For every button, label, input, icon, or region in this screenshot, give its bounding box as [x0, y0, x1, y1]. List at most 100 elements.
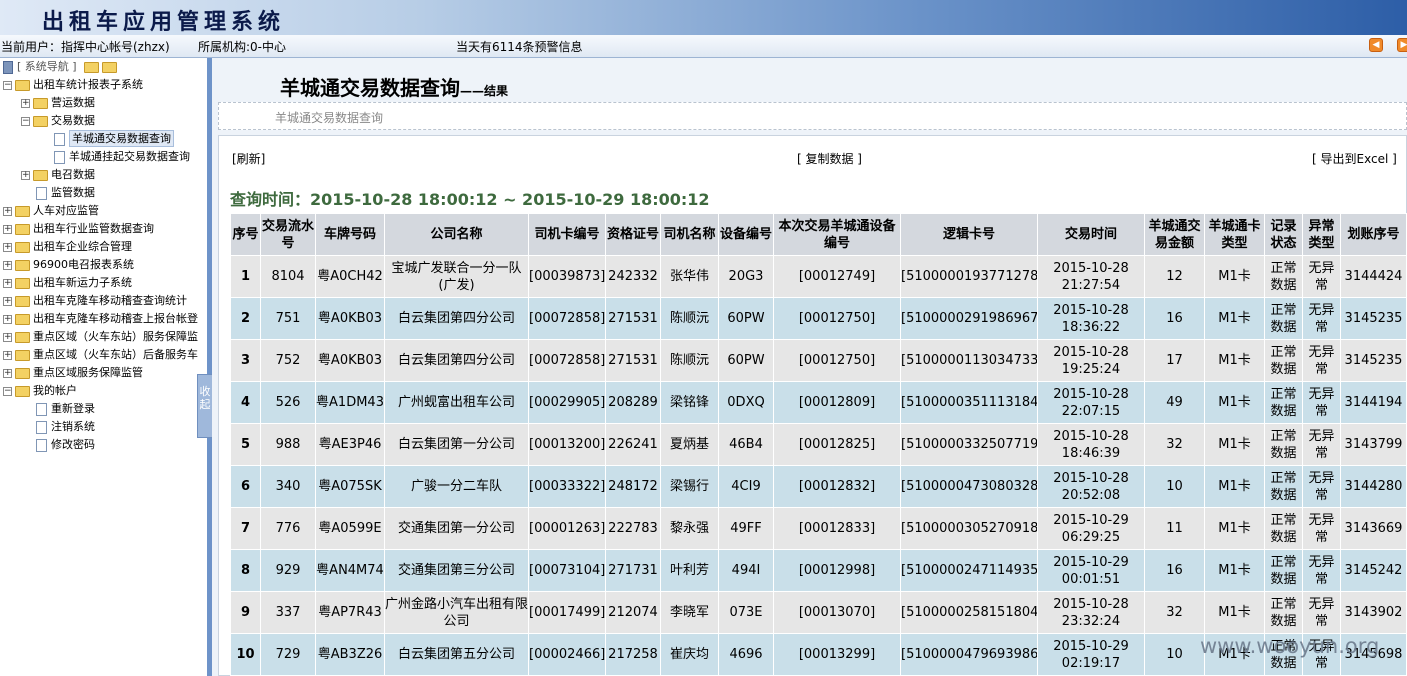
sidebar-item-transaction[interactable]: − 交易数据 — [21, 112, 95, 130]
table-cell: 无异常 — [1302, 255, 1341, 298]
sidebar-item-clone-report[interactable]: + 出租车克隆车移动稽查上报台帐登 — [3, 310, 198, 328]
sidebar-item-account[interactable]: − 我的帐户 — [3, 382, 77, 400]
table-cell: 正常数据 — [1264, 591, 1303, 634]
table-row[interactable]: 4 526 粤A1DM43 广州蚬富出租车公司 [00029905] 208289 梁铭锋 0… — [230, 381, 1407, 424]
table-cell: 20G3 — [718, 255, 774, 298]
column-header: 记录状态 — [1264, 213, 1303, 256]
table-row[interactable]: 1 8104 粤A0CH42 宝城广发联合一分一队(广发) [00039873] 2423… — [230, 255, 1407, 298]
expand-icon[interactable]: + — [3, 350, 12, 360]
table-cell: 无异常 — [1302, 507, 1341, 550]
table-cell: 32 — [1144, 423, 1205, 466]
folder-icon — [33, 97, 48, 109]
folder-icon — [15, 223, 30, 235]
table-cell: 3144280 — [1340, 465, 1407, 508]
collapse-icon[interactable]: − — [3, 386, 12, 396]
table-cell: M1卡 — [1204, 381, 1265, 424]
sidebar-item-change-password[interactable]: 修改密码 — [36, 436, 95, 454]
column-header: 羊城通卡类型 — [1204, 213, 1265, 256]
sidebar-item-capacity[interactable]: + 出租车新运力子系统 — [3, 274, 132, 292]
sidebar-item-logout[interactable]: 注销系统 — [36, 418, 95, 436]
table-cell: 46B4 — [718, 423, 774, 466]
table-cell: [00013200] — [528, 423, 606, 466]
table-cell: 271731 — [605, 549, 661, 592]
expand-icon[interactable]: + — [3, 260, 12, 270]
table-row[interactable]: 9 337 粤AP7R43 广州金路小汽车出租有限公司 [00017499] 212074… — [230, 591, 1407, 634]
expand-icon[interactable]: + — [3, 242, 12, 252]
table-cell: 3145235 — [1340, 297, 1407, 340]
current-user: 当前用户：指挥中心帐号(zhzx) — [1, 40, 170, 54]
folder-icon[interactable] — [102, 61, 118, 73]
folder-icon[interactable] — [84, 61, 100, 73]
table-cell: 988 — [260, 423, 316, 466]
table-cell: 正常数据 — [1264, 549, 1303, 592]
sidebar-item-station-backup[interactable]: + 重点区域（火车东站）后备服务车 — [3, 346, 198, 364]
table-cell: 340 — [260, 465, 316, 508]
table-cell: 2015-10-28 21:27:54 — [1037, 255, 1145, 298]
table-cell: 2015-10-28 19:25:24 — [1037, 339, 1145, 382]
table-cell: 正常数据 — [1264, 465, 1303, 508]
collapse-icon[interactable]: − — [21, 116, 30, 126]
breadcrumb: 羊城通交易数据查询 — [218, 102, 1407, 130]
sidebar-nav: [ 系统导航 ] − 出租车统计报表子系统 + 营运数据 − 交易数据 羊城通交易数据… — [0, 58, 207, 676]
sidebar-item-enterprise[interactable]: + 出租车企业综合管理 — [3, 238, 132, 256]
expand-icon[interactable]: + — [3, 206, 12, 216]
sidebar-item-key-area[interactable]: + 重点区域服务保障监管 — [3, 364, 143, 382]
expand-icon[interactable]: + — [3, 224, 12, 234]
table-cell: 白云集团第五分公司 — [384, 633, 529, 676]
table-cell: 2015-10-29 00:01:51 — [1037, 549, 1145, 592]
table-cell: 10 — [230, 633, 261, 676]
collapse-sidebar-button[interactable]: 收起 — [197, 374, 213, 438]
table-cell: 776 — [260, 507, 316, 550]
table-row[interactable]: 2 751 粤A0KB03 白云集团第四分公司 [00072858] 271531 陈顺沅 6… — [230, 297, 1407, 340]
table-cell: 正常数据 — [1264, 381, 1303, 424]
sidebar-item-operation[interactable]: + 营运数据 — [21, 94, 95, 112]
table-row[interactable]: 5 988 粤AE3P46 白云集团第一分公司 [00013200] 226241 夏炳基 4… — [230, 423, 1407, 466]
expand-icon[interactable]: + — [21, 98, 30, 108]
table-cell: [00012750] — [773, 339, 901, 382]
table-row[interactable]: 8 929 粤AN4M74 交通集团第三分公司 [00073104] 271731 叶利芳 4… — [230, 549, 1407, 592]
table-cell: 3 — [230, 339, 261, 382]
table-row[interactable]: 7 776 粤A0599E 交通集团第一分公司 [00001263] 222783 黎永强 4… — [230, 507, 1407, 550]
expand-icon[interactable]: + — [3, 314, 12, 324]
export-excel-button[interactable]: [ 导出到Excel ] — [1312, 150, 1397, 167]
column-header: 司机名称 — [660, 213, 719, 256]
warning-count[interactable]: 当天有6114条预警信息 — [456, 38, 583, 55]
sidebar-item-supervision[interactable]: 监管数据 — [36, 184, 95, 202]
refresh-button[interactable]: [刷新] — [232, 150, 265, 167]
nav-header: [ 系统导航 ] — [3, 58, 120, 76]
column-header: 设备编号 — [718, 213, 774, 256]
table-cell: 粤A0KB03 — [315, 297, 385, 340]
document-icon — [36, 420, 47, 434]
sidebar-item-station-service[interactable]: + 重点区域（火车东站）服务保障监 — [3, 328, 198, 346]
sidebar-item-ycc-query[interactable]: 羊城通交易数据查询 — [54, 130, 174, 148]
table-row[interactable]: 3 752 粤A0KB03 白云集团第四分公司 [00072858] 271531 陈顺沅 6… — [230, 339, 1407, 382]
expand-icon[interactable]: + — [3, 368, 12, 378]
table-cell: 3144194 — [1340, 381, 1407, 424]
sidebar-item-ycc-pending[interactable]: 羊城通挂起交易数据查询 — [54, 148, 190, 166]
expand-icon[interactable]: + — [3, 332, 12, 342]
sidebar-item-clone-stat[interactable]: + 出租车克隆车移动稽查查询统计 — [3, 292, 187, 310]
table-row[interactable]: 6 340 粤A075SK 广骏一分二车队 [00033322] 248172 梁锡行 4CI… — [230, 465, 1407, 508]
table-cell: 751 — [260, 297, 316, 340]
expand-icon[interactable]: + — [21, 170, 30, 180]
result-panel: [刷新] [ 复制数据 ] [ 导出到Excel ] 查询时间：2015-10-… — [218, 135, 1407, 676]
table-cell: 752 — [260, 339, 316, 382]
sidebar-item-stat-report[interactable]: − 出租车统计报表子系统 — [3, 76, 143, 94]
document-icon — [36, 438, 47, 452]
watermark: www.wooyun.org — [1200, 634, 1380, 658]
sidebar-item-industry[interactable]: + 出租车行业监管数据查询 — [3, 220, 154, 238]
expand-icon[interactable]: + — [3, 296, 12, 306]
sidebar-item-96900[interactable]: +96900电召报表系统 — [3, 256, 134, 274]
table-cell: M1卡 — [1204, 591, 1265, 634]
sidebar-item-person-car[interactable]: + 人车对应监管 — [3, 202, 99, 220]
sidebar-item-dispatch[interactable]: + 电召数据 — [21, 166, 95, 184]
table-cell: 9 — [230, 591, 261, 634]
table-cell: M1卡 — [1204, 339, 1265, 382]
collapse-icon[interactable]: − — [3, 80, 12, 90]
arrow-left-icon[interactable]: ◀ — [1369, 38, 1383, 52]
expand-icon[interactable]: + — [3, 278, 12, 288]
sidebar-item-relogin[interactable]: 重新登录 — [36, 400, 95, 418]
copy-data-button[interactable]: [ 复制数据 ] — [797, 150, 862, 167]
table-cell: 49FF — [718, 507, 774, 550]
arrow-right-icon[interactable]: ▶ — [1397, 38, 1407, 52]
